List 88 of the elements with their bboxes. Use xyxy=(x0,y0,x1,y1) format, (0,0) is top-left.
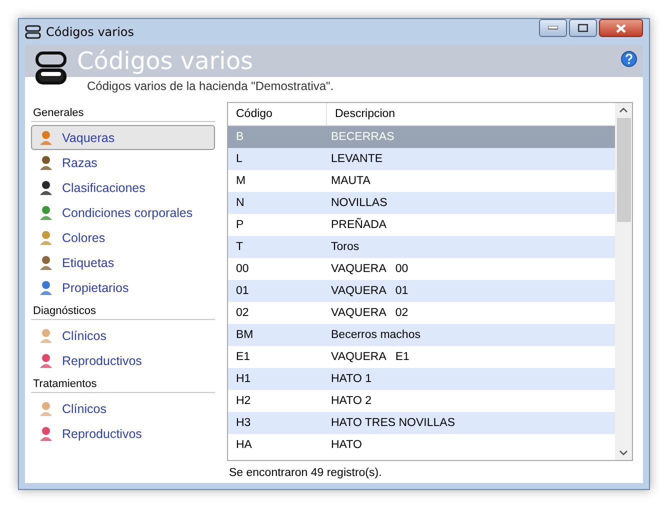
status-text: Se encontraron 49 registro(s). xyxy=(228,466,383,479)
table-cell: Becerros machos xyxy=(331,329,420,341)
category-icon xyxy=(38,352,54,368)
sidebar-item[interactable]: Clasificaciones xyxy=(31,175,215,200)
sidebar-item[interactable]: Reproductivos xyxy=(31,421,215,446)
table-row[interactable]: N NOVILLAS xyxy=(228,192,615,214)
table-cell-text: H2 xyxy=(235,395,252,407)
vertical-scrollbar[interactable] xyxy=(615,103,632,460)
table-cell: HATO xyxy=(331,439,362,451)
section-heading: Generales xyxy=(31,102,215,122)
table-cell-text: E1 xyxy=(235,351,252,363)
category-icon xyxy=(38,400,54,416)
table-row[interactable]: E1 VAQUERA E1 xyxy=(228,346,615,368)
table-cell-text: H3 xyxy=(235,417,252,429)
table-cell: HATO 1 xyxy=(331,373,372,385)
table-cell-text: BM xyxy=(235,329,254,341)
sidebar-item[interactable]: Condiciones corporales xyxy=(31,200,215,225)
scroll-down-icon xyxy=(619,450,628,456)
table-row[interactable]: H3 HATO TRES NOVILLAS xyxy=(228,412,615,434)
column-header[interactable]: Descripcion xyxy=(327,103,396,125)
table-cell: BECERRAS xyxy=(331,131,394,143)
table-row[interactable]: H2 HATO 2 xyxy=(228,390,615,412)
table-row[interactable]: M MAUTA xyxy=(228,170,615,192)
sidebar-item[interactable]: Propietarios xyxy=(31,275,215,300)
scrollbar-thumb[interactable] xyxy=(616,118,630,222)
category-icon xyxy=(38,230,54,246)
page-subtitle: Códigos varios de la hacienda "Demostrativa". xyxy=(86,78,335,95)
table-cell: MAUTA xyxy=(331,175,370,187)
help-icon[interactable] xyxy=(621,51,637,67)
sidebar-item[interactable]: Colores xyxy=(31,225,215,250)
table-cell: VAQUERA E1 xyxy=(331,351,410,363)
table-cell-text: H1 xyxy=(235,373,252,385)
maximize-button[interactable] xyxy=(569,19,597,37)
category-icon xyxy=(38,180,54,196)
category-icon xyxy=(38,254,54,270)
maximize-icon xyxy=(578,24,588,32)
table-row[interactable]: 02 VAQUERA 02 xyxy=(228,302,615,324)
table-cell-text: 02 xyxy=(235,307,250,319)
table-row[interactable]: 01 VAQUERA 01 xyxy=(228,280,615,302)
table-cell: HATO TRES NOVILLAS xyxy=(331,417,455,429)
category-icon xyxy=(38,204,54,220)
category-icon xyxy=(38,328,54,344)
table-cell-text: N xyxy=(235,197,246,209)
section-heading: Tratamientos xyxy=(31,373,215,393)
table-cell-text: 01 xyxy=(235,285,250,297)
app-logo-icon xyxy=(35,51,67,85)
window-title: Códigos varios xyxy=(46,25,134,39)
scroll-up-icon xyxy=(619,107,628,113)
table-cell: NOVILLAS xyxy=(331,197,388,209)
table-cell-text: T xyxy=(235,241,244,253)
table-row[interactable]: HA HATO xyxy=(228,434,615,456)
sidebar-item[interactable]: Clínicos xyxy=(31,323,215,348)
table-cell-text: B xyxy=(235,131,245,143)
table-row[interactable]: 00 VAQUERA 00 xyxy=(228,258,615,280)
table-row[interactable]: BM Becerros machos xyxy=(228,324,615,346)
category-icon xyxy=(38,280,54,296)
table-cell: HATO 2 xyxy=(331,395,372,407)
column-header[interactable]: Código xyxy=(228,103,327,125)
close-icon xyxy=(615,24,627,32)
table-cell: PREÑADA xyxy=(331,219,387,231)
sidebar-item[interactable]: Vaqueras xyxy=(31,125,215,150)
page-title: Códigos varios xyxy=(77,47,254,75)
sidebar-item[interactable]: Razas xyxy=(31,150,215,175)
table-row[interactable]: L LEVANTE xyxy=(228,148,615,170)
sidebar-item[interactable]: Reproductivos xyxy=(31,348,215,373)
table-cell: VAQUERA 02 xyxy=(331,307,408,319)
category-icon xyxy=(38,130,54,146)
table-cell-text: HA xyxy=(235,439,253,451)
sidebar-item[interactable]: Clínicos xyxy=(31,396,215,421)
table-row[interactable]: P PREÑADA xyxy=(228,214,615,236)
sidebar-item[interactable]: Etiquetas xyxy=(31,250,215,275)
minimize-button[interactable] xyxy=(539,19,567,37)
table-cell: Toros xyxy=(331,241,360,253)
table-cell-text: M xyxy=(235,175,247,187)
table-cell-text: P xyxy=(235,219,245,231)
table-row[interactable]: T Toros xyxy=(228,236,615,258)
category-icon xyxy=(38,154,54,170)
category-icon xyxy=(38,426,54,442)
table-cell-text: 00 xyxy=(235,263,250,275)
app-icon xyxy=(25,25,41,39)
table-cell-text: L xyxy=(235,153,244,165)
section-heading: Diagnósticos xyxy=(31,300,215,320)
table-row[interactable]: H1 HATO 1 xyxy=(228,368,615,390)
table-cell: VAQUERA 00 xyxy=(331,263,408,275)
close-button[interactable] xyxy=(599,19,643,37)
minimize-icon xyxy=(548,26,558,30)
table-cell: VAQUERA 01 xyxy=(331,285,408,297)
table-cell: LEVANTE xyxy=(331,153,383,165)
